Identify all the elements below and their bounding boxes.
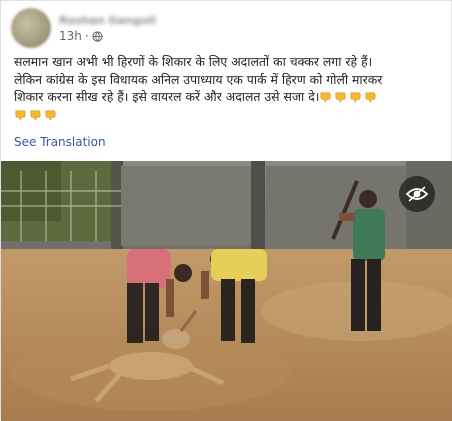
eye-icon bbox=[406, 186, 428, 202]
pointing-down-hand-icon bbox=[30, 110, 41, 121]
emoji-line bbox=[14, 106, 434, 124]
meta-separator: · bbox=[84, 29, 89, 43]
video-player[interactable] bbox=[1, 161, 452, 421]
author-avatar[interactable] bbox=[11, 8, 51, 48]
author-name[interactable]: Roshan Ganguli bbox=[59, 14, 169, 27]
video-overlay-button[interactable] bbox=[399, 176, 435, 212]
globe-icon[interactable] bbox=[92, 30, 103, 42]
pointing-down-hand-icon bbox=[336, 92, 346, 103]
see-translation-link[interactable]: See Translation bbox=[14, 135, 106, 149]
pointing-down-hand-icon bbox=[351, 92, 361, 103]
post-meta: 13h · bbox=[59, 29, 103, 43]
post-text-segment: शिकार करना सीख रहे हैं। इसे वायरल करें औ… bbox=[14, 89, 320, 104]
pointing-down-hand-icon bbox=[321, 92, 331, 103]
post-text: सलमान खान अभी भी हिरणों के शिकार के लिए … bbox=[14, 53, 434, 123]
pointing-down-hand-icon bbox=[45, 110, 56, 121]
pointing-down-hand-icon bbox=[366, 92, 376, 103]
emoji-row bbox=[319, 88, 379, 106]
post-timestamp[interactable]: 13h bbox=[59, 29, 82, 43]
facebook-post: Roshan Ganguli 13h · सलमान खान अभी भी हि… bbox=[0, 0, 452, 421]
video-frame bbox=[1, 161, 452, 421]
post-text-line: लेकिन कांग्रेस के इस विधायक अनिल उपाध्या… bbox=[14, 71, 383, 87]
post-text-line: शिकार करना सीख रहे हैं। इसे वायरल करें औ… bbox=[14, 88, 434, 106]
pointing-down-hand-icon bbox=[15, 110, 26, 121]
post-text-line: सलमान खान अभी भी हिरणों के शिकार के लिए … bbox=[14, 54, 373, 69]
post-header: Roshan Ganguli 13h · bbox=[11, 8, 431, 48]
